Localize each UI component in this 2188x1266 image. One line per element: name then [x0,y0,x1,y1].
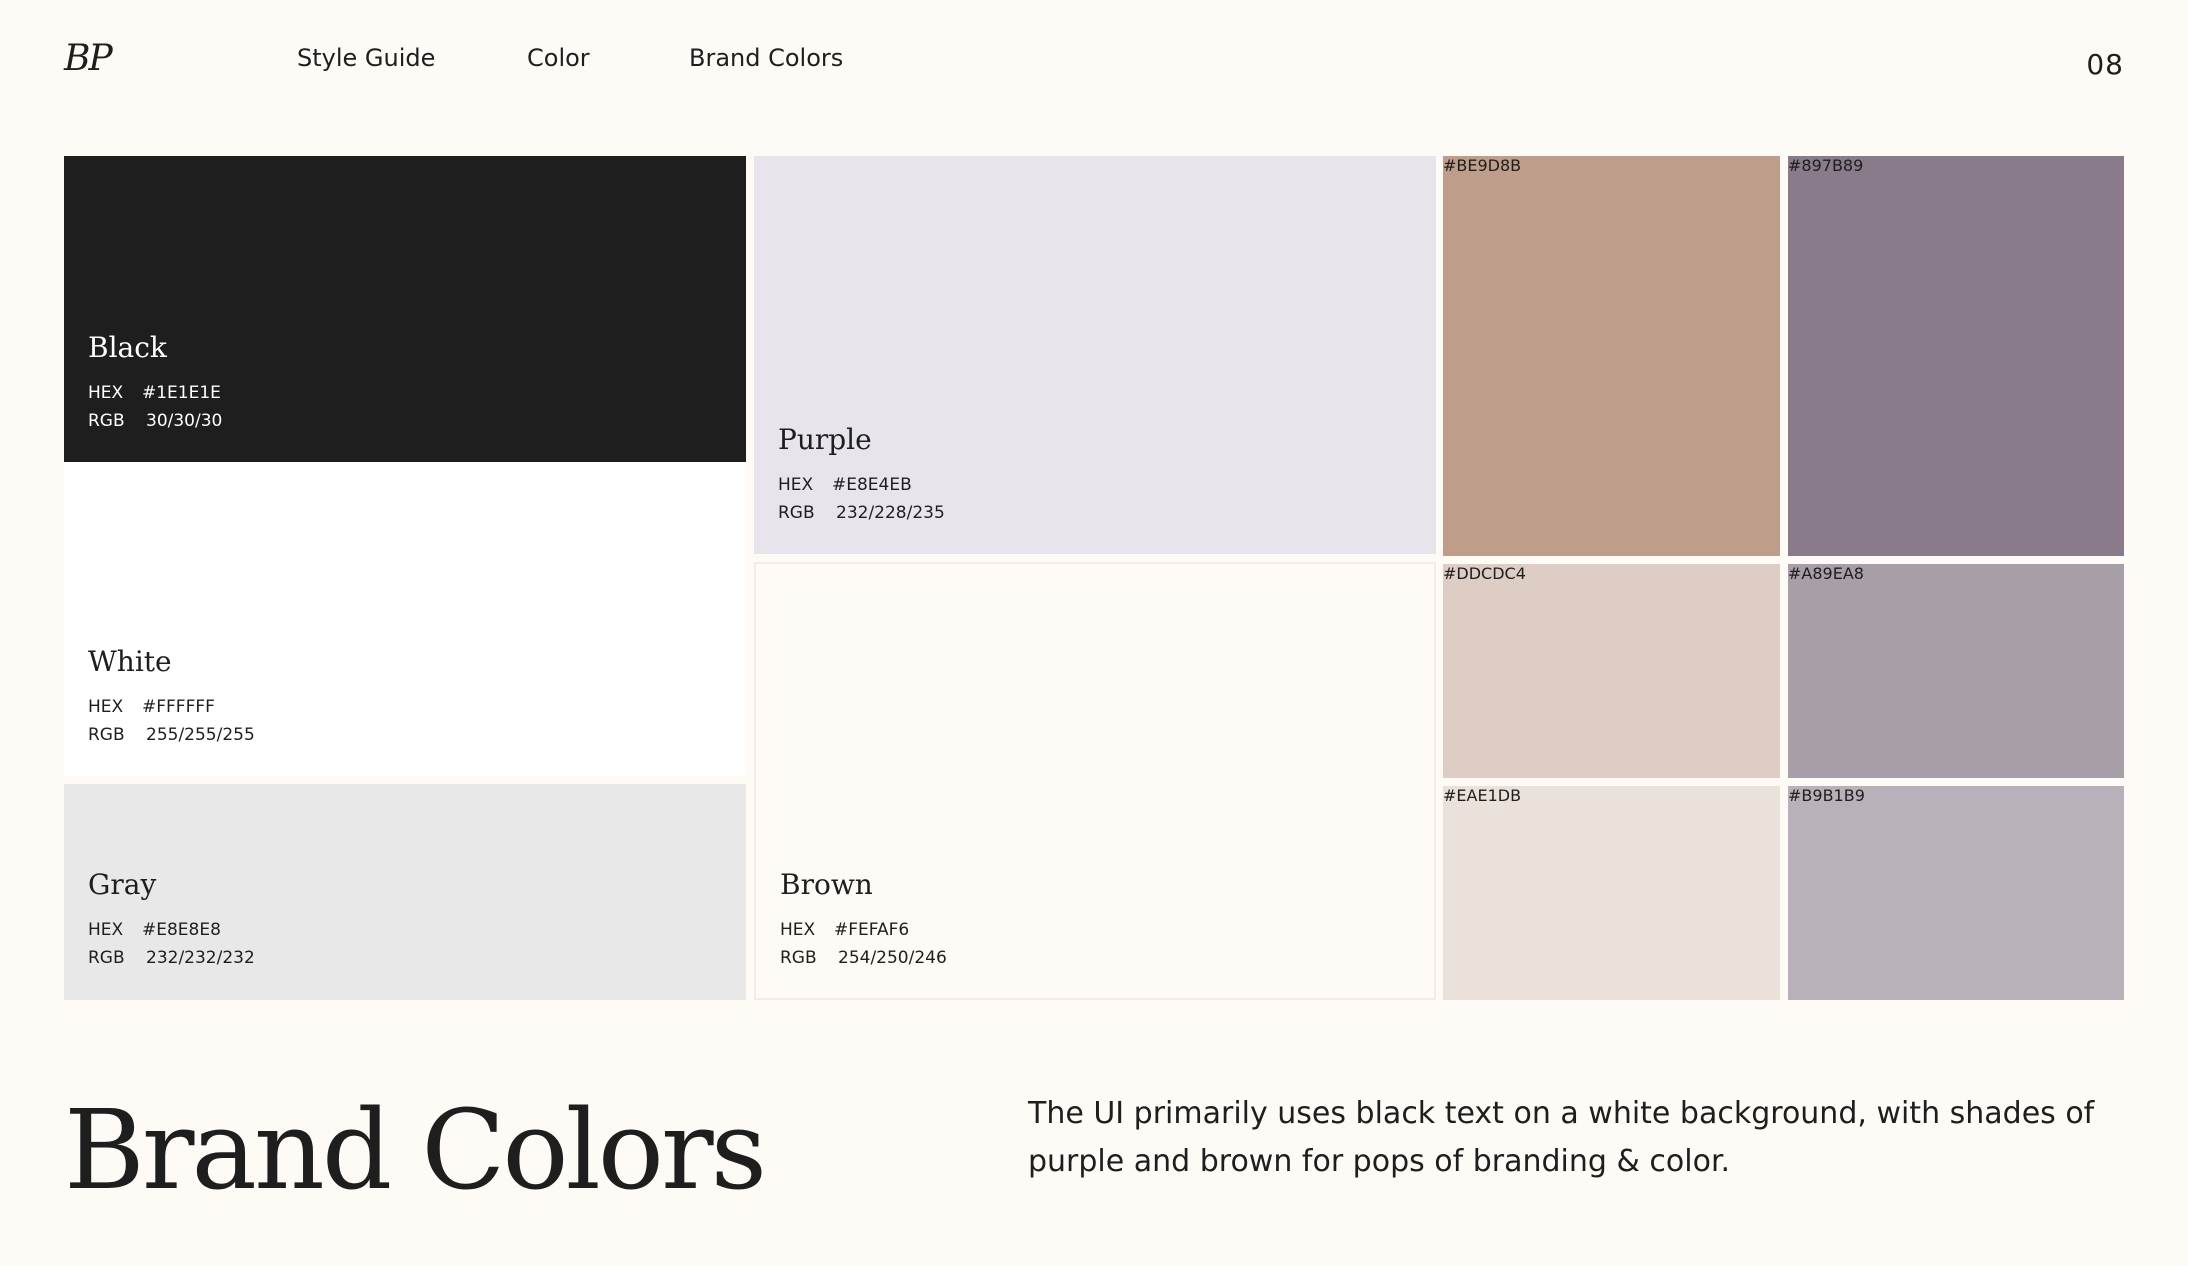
accent-swatch-pale-tan: #EAE1DB [1443,786,1780,1000]
swatch-rgb: RGB 232/228/235 [778,503,945,523]
swatch-purple: Purple HEX #E8E4EB RGB 232/228/235 [754,156,1436,554]
swatch-hex: HEX #E8E8E8 [88,920,221,940]
swatch-name: Brown [780,868,873,901]
swatch-name: Gray [88,868,157,901]
page-title: Brand Colors [64,1086,767,1214]
swatch-name: White [88,645,172,678]
nav-item-color[interactable]: Color [527,44,590,72]
logo: BP [64,38,113,79]
swatch-rgb: RGB 30/30/30 [88,411,223,431]
swatch-hex: HEX #FEFAF6 [780,920,910,940]
swatch-black: Black HEX #1E1E1E RGB 30/30/30 [64,156,746,462]
swatch-hex: #897B89 [1788,156,1864,175]
swatch-hex: #EAE1DB [1443,786,1522,805]
description: The UI primarily uses black text on a wh… [1028,1096,2095,1179]
header: BP Style Guide Color Brand Colors 08 [0,0,2188,120]
swatch-gray: Gray HEX #E8E8E8 RGB 232/232/232 [64,784,746,1000]
swatch-brown: Brown HEX #FEFAF6 RGB 254/250/246 [754,562,1436,1000]
accent-swatch-tan: #BE9D8B [1443,156,1780,556]
nav-item-brand-colors[interactable]: Brand Colors [689,44,843,72]
swatch-white: White HEX #FFFFFF RGB 255/255/255 [64,462,746,776]
accent-swatch-light-tan: #DDCDC4 [1443,564,1780,778]
accent-swatch-light-mauve: #A89EA8 [1788,564,2124,778]
page-number: 08 [2086,48,2124,81]
swatch-name: Purple [778,423,872,456]
nav-item-style-guide[interactable]: Style Guide [297,44,435,72]
swatch-hex: #A89EA8 [1788,564,1864,583]
swatch-hex: #DDCDC4 [1443,564,1526,583]
accent-swatch-pale-mauve: #B9B1B9 [1788,786,2124,1000]
swatch-hex: #BE9D8B [1443,156,1522,175]
swatch-name: Black [88,331,167,364]
swatch-rgb: RGB 232/232/232 [88,948,255,968]
swatch-rgb: RGB 255/255/255 [88,725,255,745]
swatch-hex: HEX #1E1E1E [88,383,221,403]
swatch-rgb: RGB 254/250/246 [780,948,947,968]
swatch-hex: HEX #E8E4EB [778,475,912,495]
accent-swatch-mauve: #897B89 [1788,156,2124,556]
swatch-hex: #B9B1B9 [1788,786,1865,805]
swatch-hex: HEX #FFFFFF [88,697,215,717]
